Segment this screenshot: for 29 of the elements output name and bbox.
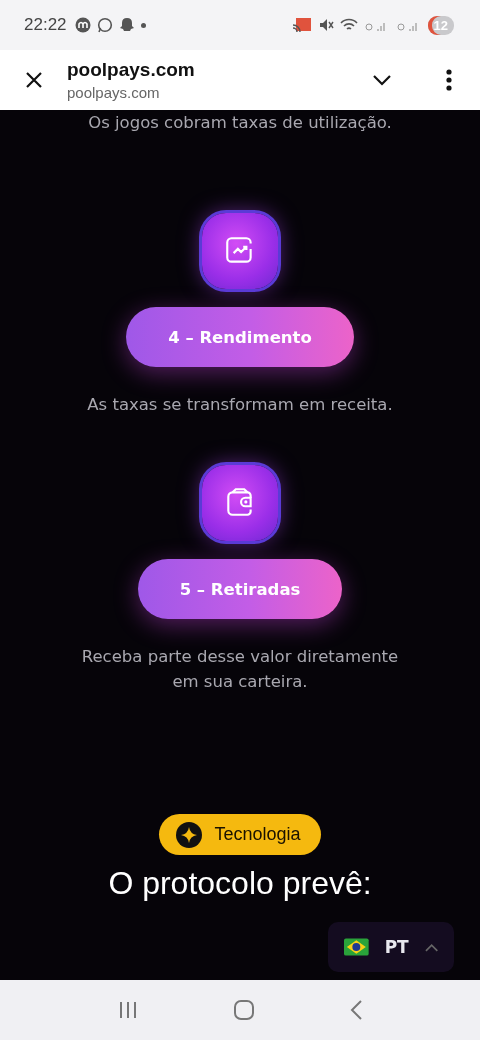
chat-notification-icon xyxy=(96,17,113,33)
flag-icon xyxy=(344,938,369,956)
app-notification-icon xyxy=(74,17,91,33)
ghost-notification-icon xyxy=(118,17,135,33)
step-button[interactable]: 4 – Rendimento xyxy=(126,307,354,367)
step-button[interactable]: 5 – Retiradas xyxy=(137,559,343,619)
wallet-icon xyxy=(202,465,278,541)
chevron-down-icon[interactable] xyxy=(372,74,392,86)
page-title: poolpays.com xyxy=(67,59,196,81)
description-text: Os jogos cobram taxas de utilização. xyxy=(88,112,392,134)
cast-icon xyxy=(291,17,312,33)
page-url: poolpays.com xyxy=(67,84,161,101)
language-selector[interactable]: PT xyxy=(328,922,454,972)
caret-icon xyxy=(424,942,438,952)
description-text: Receba parte desse valor diretamente em sua carteira. xyxy=(80,646,400,693)
more-options-icon[interactable] xyxy=(446,69,452,91)
dot-icon xyxy=(140,22,146,28)
close-icon[interactable] xyxy=(25,71,43,89)
section-heading: O protocolo prevê: xyxy=(108,865,372,902)
home-icon[interactable] xyxy=(233,999,255,1021)
back-icon[interactable] xyxy=(349,999,363,1021)
description-text: As taxas se transformam em receita. xyxy=(87,394,393,416)
mute-icon xyxy=(317,17,334,33)
recent-apps-icon[interactable] xyxy=(117,1000,139,1020)
wifi-icon xyxy=(339,17,358,33)
sparkle-icon xyxy=(176,821,203,848)
badge-label: Tecnologia xyxy=(214,824,301,845)
chart-icon xyxy=(202,213,278,289)
clock-time: 22:22 xyxy=(24,15,67,35)
